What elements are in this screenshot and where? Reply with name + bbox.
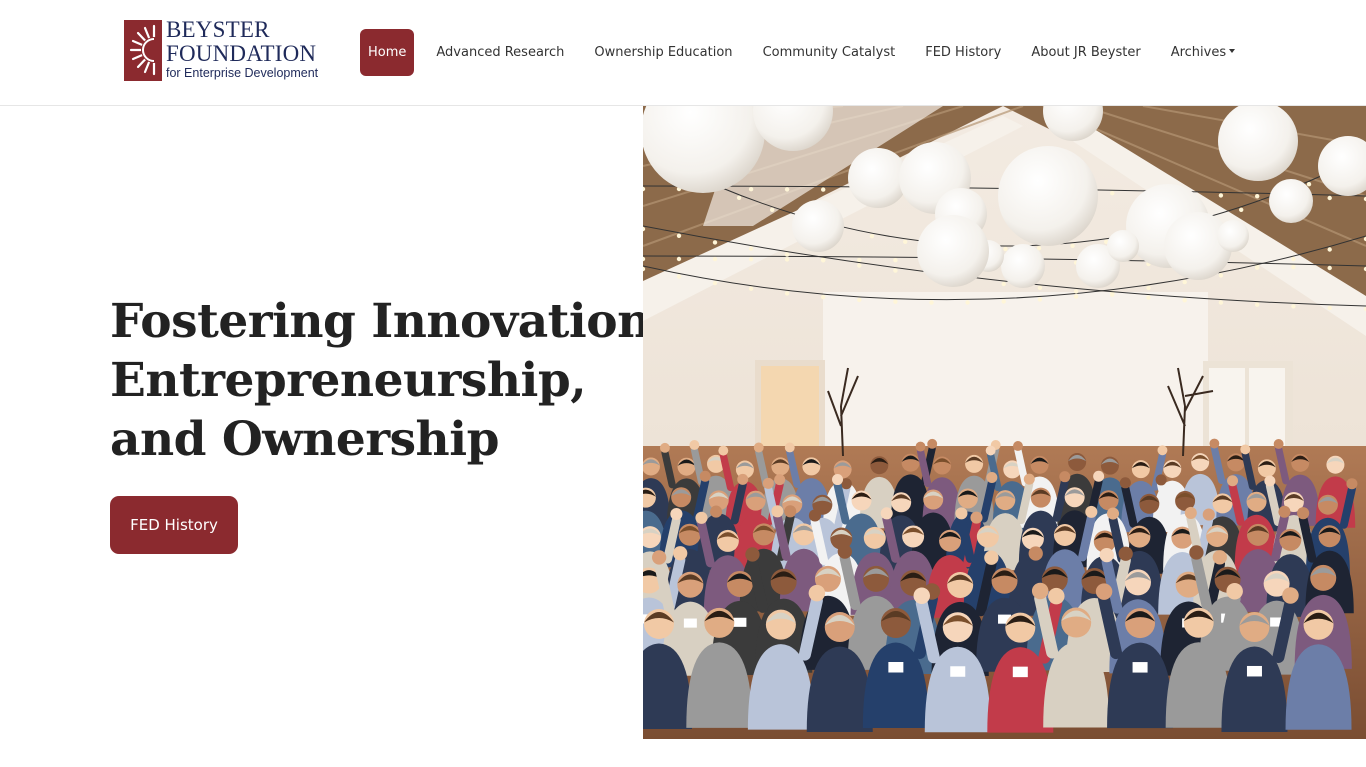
logo-text: BEYSTER FOUNDATION for Enterprise Develo…: [166, 17, 319, 81]
main-nav: Home Advanced Research Ownership Educati…: [360, 29, 1250, 76]
nav-archives-label: Archives: [1170, 45, 1227, 60]
nav-archives-dropdown[interactable]: Archives: [1156, 29, 1250, 76]
nav-about-jr-beyster[interactable]: About JR Beyster: [1016, 29, 1155, 76]
hero-title: Fostering Innovation, Entrepreneurship, …: [110, 292, 667, 469]
caret-down-icon: [1229, 49, 1236, 53]
group-photo-illustration: [643, 106, 1366, 739]
nav-ownership-education[interactable]: Ownership Education: [579, 29, 747, 76]
nav-fed-history[interactable]: FED History: [910, 29, 1016, 76]
nav-advanced-research[interactable]: Advanced Research: [421, 29, 579, 76]
hero-title-line-2: Entrepreneurship,: [110, 353, 587, 408]
nav-home[interactable]: Home: [360, 29, 415, 76]
logo-tagline: for Enterprise Development: [166, 66, 319, 80]
site-header: BEYSTER FOUNDATION for Enterprise Develo…: [0, 0, 1366, 106]
foundation-logo[interactable]: BEYSTER FOUNDATION for Enterprise Develo…: [124, 17, 324, 84]
fed-history-button[interactable]: FED History: [110, 496, 238, 554]
hero-title-line-1: Fostering Innovation,: [110, 294, 667, 349]
sunburst-logo-icon: [124, 20, 162, 81]
nav-community-catalyst[interactable]: Community Catalyst: [748, 29, 911, 76]
logo-line-1: BEYSTER: [166, 17, 270, 42]
hero-title-line-3: and Ownership: [110, 412, 499, 467]
group-photo: [643, 106, 1366, 739]
logo-line-2: FOUNDATION: [166, 41, 317, 66]
